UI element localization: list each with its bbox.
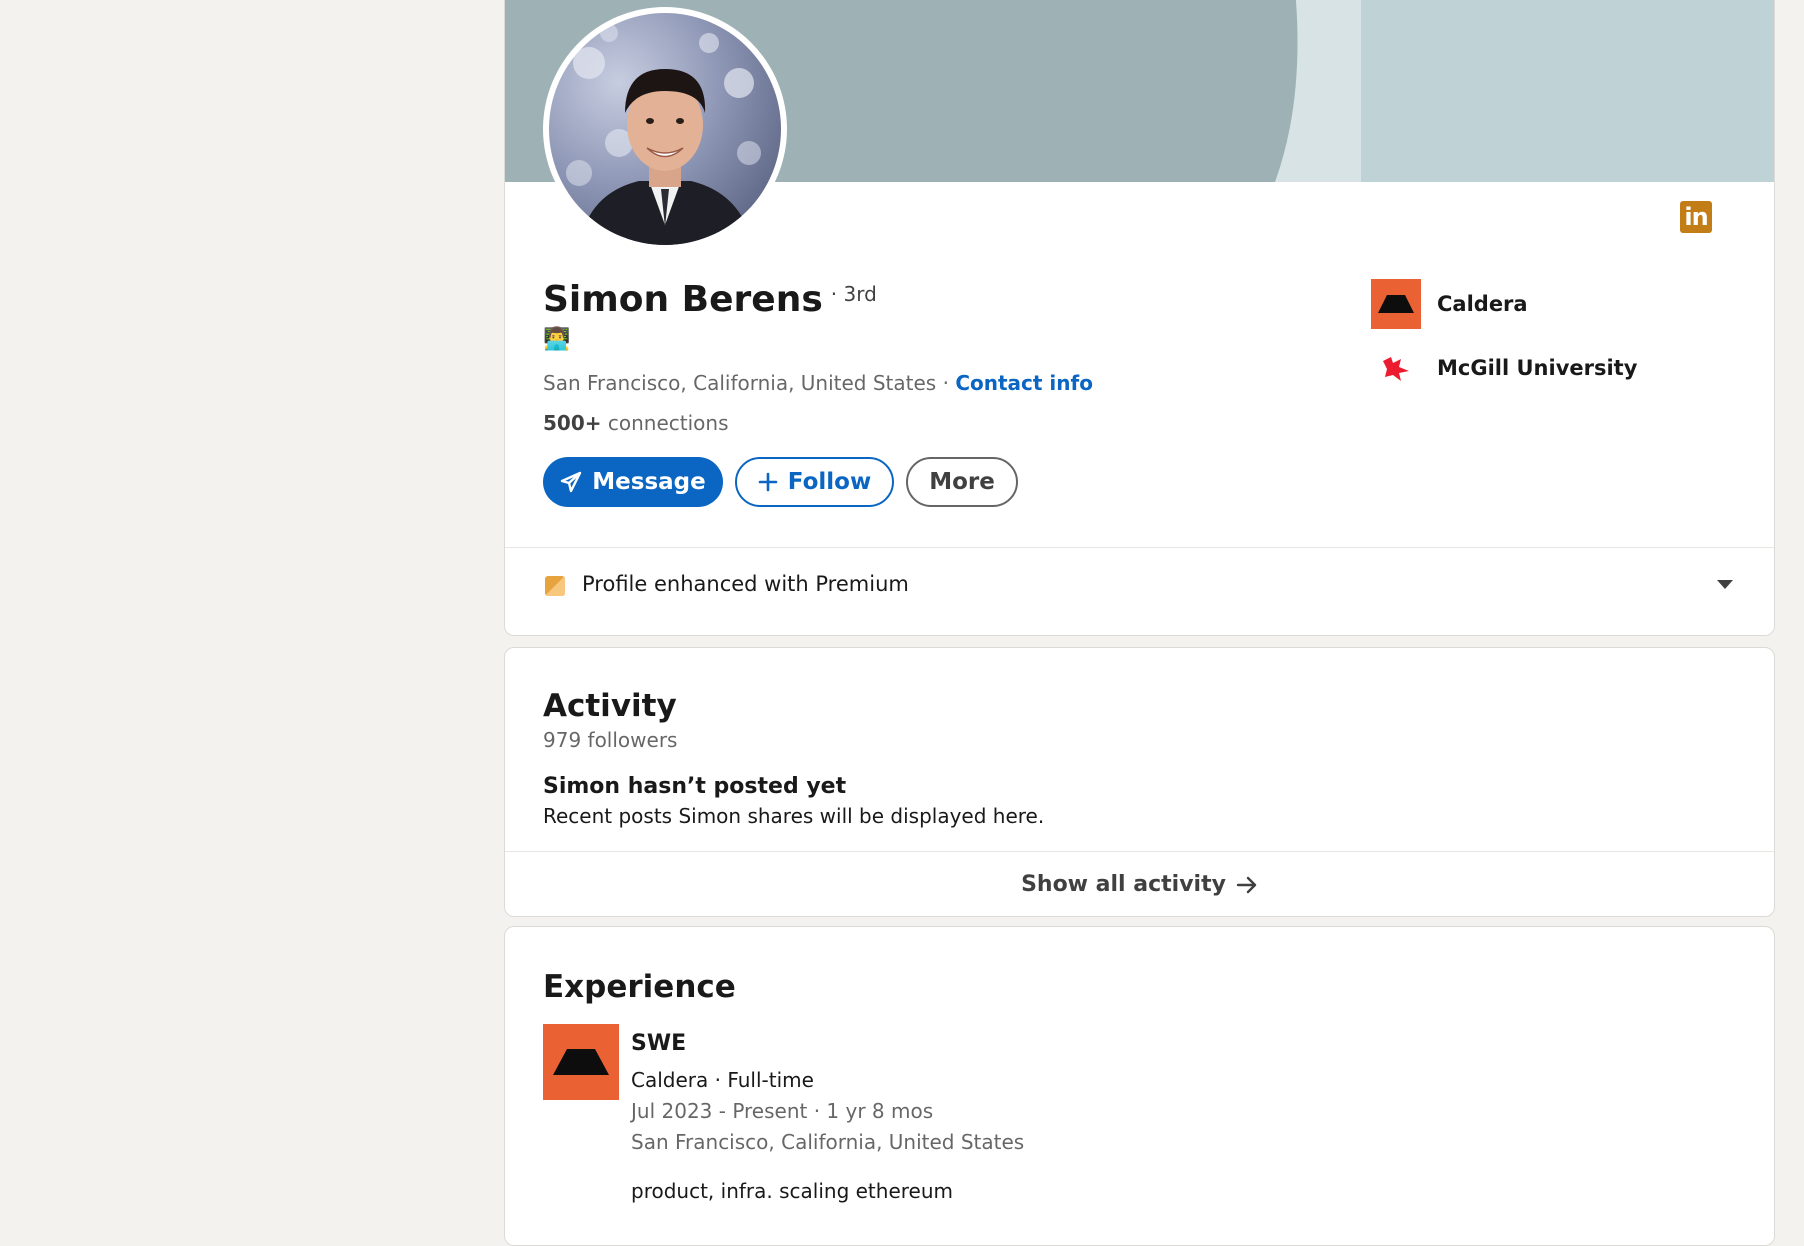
experience-details: SWE Caldera · Full-time Jul 2023 - Prese… [631, 1024, 1024, 1206]
activity-empty-title: Simon hasn’t posted yet [543, 774, 847, 799]
activity-card: Activity 979 followers Simon hasn’t post… [504, 647, 1775, 917]
location-separator: · [936, 371, 956, 395]
more-button-label: More [929, 469, 995, 495]
arrow-right-icon [1236, 876, 1258, 894]
plus-icon [758, 472, 778, 492]
profile-name: Simon Berens [543, 279, 823, 320]
connections-count: 500+ connections [543, 411, 729, 435]
profile-location: San Francisco, California, United States [543, 371, 937, 395]
profile-top-card: in Simon Berens · 3rd 👨‍💻 San Francisco,… [504, 0, 1775, 636]
profile-photo [549, 13, 781, 245]
experience-title-role: SWE [631, 1031, 687, 1056]
mcgill-logo-icon [1371, 343, 1421, 393]
message-button-label: Message [592, 469, 706, 495]
profile-name-row: Simon Berens · 3rd [543, 279, 877, 320]
connection-degree: · 3rd [830, 282, 877, 306]
caldera-logo-icon[interactable] [543, 1024, 619, 1100]
more-button[interactable]: More [906, 457, 1018, 507]
profile-avatar[interactable] [543, 7, 787, 251]
follow-button[interactable]: Follow [735, 457, 894, 507]
experience-company[interactable]: Caldera · Full-time [631, 1064, 1024, 1096]
connections-number: 500+ [543, 411, 602, 435]
company-name: Caldera [1437, 292, 1528, 316]
chevron-down-icon[interactable] [1717, 580, 1733, 589]
show-all-activity-button[interactable]: Show all activity [505, 851, 1774, 916]
follow-button-label: Follow [787, 469, 872, 495]
caldera-logo-icon [1371, 279, 1421, 329]
activity-empty-text: Recent posts Simon shares will be displa… [543, 804, 1045, 828]
followers-count[interactable]: 979 followers [543, 728, 677, 752]
contact-info-link[interactable]: Contact info [955, 371, 1093, 395]
company-item-mcgill[interactable]: McGill University [1371, 343, 1637, 393]
premium-icon [545, 576, 565, 596]
company-item-caldera[interactable]: Caldera [1371, 279, 1637, 329]
show-all-activity-label: Show all activity [1021, 872, 1226, 897]
premium-text: Profile enhanced with Premium [582, 572, 909, 596]
experience-location: San Francisco, California, United States [631, 1130, 1025, 1154]
headline-emoji-icon: 👨‍💻 [543, 327, 571, 352]
connections-label: connections [601, 411, 729, 435]
experience-card: Experience SWE Caldera · Full-time Jul 2… [504, 926, 1775, 1246]
profile-location-row: San Francisco, California, United States… [543, 371, 1093, 395]
experience-title: Experience [543, 969, 736, 1005]
premium-banner[interactable]: Profile enhanced with Premium [505, 547, 1774, 625]
send-icon [560, 471, 582, 493]
linkedin-icon: in [1680, 201, 1712, 233]
activity-title: Activity [543, 688, 677, 724]
experience-dates: Jul 2023 - Present · 1 yr 8 mos [631, 1099, 934, 1123]
profile-actions: Message Follow More [543, 457, 1018, 507]
profile-companies: Caldera McGill University [1371, 279, 1637, 407]
company-name: McGill University [1437, 356, 1638, 380]
experience-description: product, infra. scaling ethereum [631, 1179, 953, 1203]
message-button[interactable]: Message [543, 457, 723, 507]
